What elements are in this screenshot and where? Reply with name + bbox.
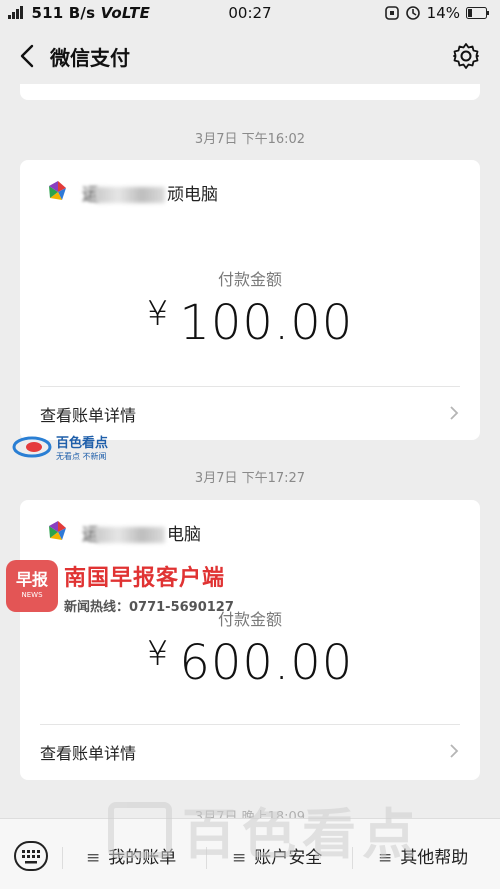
merchant-logo-icon [49,521,66,540]
amount-value: 600.00 [179,635,354,691]
view-bill-details-link[interactable]: 查看账单详情 [40,402,136,426]
baise-slogan: 无看点 不新闻 [56,452,107,461]
status-right: 14% [384,4,490,22]
transaction-time: 3月7日 下午16:02 [194,132,306,147]
view-bill-details-link[interactable]: 查看账单详情 [40,740,136,764]
amount-value: 100.00 [179,295,354,351]
battery-percent: 14% [426,4,460,22]
nav-bar: 微信支付 [0,28,500,84]
merchant-row: 运电脑 [44,518,201,546]
nanguo-hotline: 新闻热线：0771-5690127 [64,600,234,615]
watermark-logo-icon [108,801,172,858]
nanguo-title: 南国早报客户端 [64,566,226,591]
card-divider [40,724,460,725]
merchant-name-end: 电脑 [167,524,201,545]
currency-symbol: ¥ [146,634,170,674]
page-title: 微信支付 [50,46,130,70]
previous-card-bottom [20,84,480,100]
keyboard-icon[interactable] [14,841,48,871]
watermark-footer-text: 百色看点 [182,803,422,866]
battery-icon [466,7,489,19]
merchant-name-blurred [95,186,165,203]
menu-separator [62,847,63,869]
merchant-name-end: 顽电脑 [167,184,218,205]
menu-icon: ≡ [86,848,101,868]
merchant-row: 运顽电脑 [44,178,218,206]
merchant-logo-icon [49,181,66,200]
chevron-right-icon[interactable] [448,404,460,422]
merchant-name: 运顽电脑 [82,180,218,205]
alarm-icon [405,6,420,20]
baise-title: 百色看点 [56,436,109,451]
settings-gear-icon[interactable] [452,42,480,70]
chevron-right-icon[interactable] [448,742,460,760]
card-divider [40,386,460,387]
baise-logo-icon [12,436,52,458]
baise-watermark: 百色看点 无看点 不新闻 [12,432,108,462]
pay-amount: ¥600.00 [20,634,480,691]
nanguo-watermark: 早报 NEWS 南国早报客户端 新闻热线：0771-5690127 [6,560,234,615]
currency-symbol: ¥ [146,294,170,334]
payment-card: 运顽电脑 付款金额 ¥100.00 查看账单详情 [20,160,480,440]
nanguo-logo: 早报 NEWS [6,560,58,612]
pay-amount: ¥100.00 [20,294,480,351]
transaction-time: 3月7日 下午17:27 [194,471,306,486]
baise-footer-watermark: 百色看点 [108,790,422,869]
pay-amount-label: 付款金额 [217,270,282,289]
merchant-name-blurred [95,526,165,543]
payment-card: 运电脑 付款金额 ¥600.00 查看账单详情 [20,500,480,780]
nfc-icon [384,6,399,20]
back-arrow-icon[interactable] [16,42,40,70]
nanguo-logo-text: 早报 [15,570,48,590]
merchant-name: 运电脑 [82,520,201,545]
status-bar: 511 B/s VoLTE 00:27 14% [0,0,500,28]
nanguo-logo-sub: NEWS [21,591,43,600]
